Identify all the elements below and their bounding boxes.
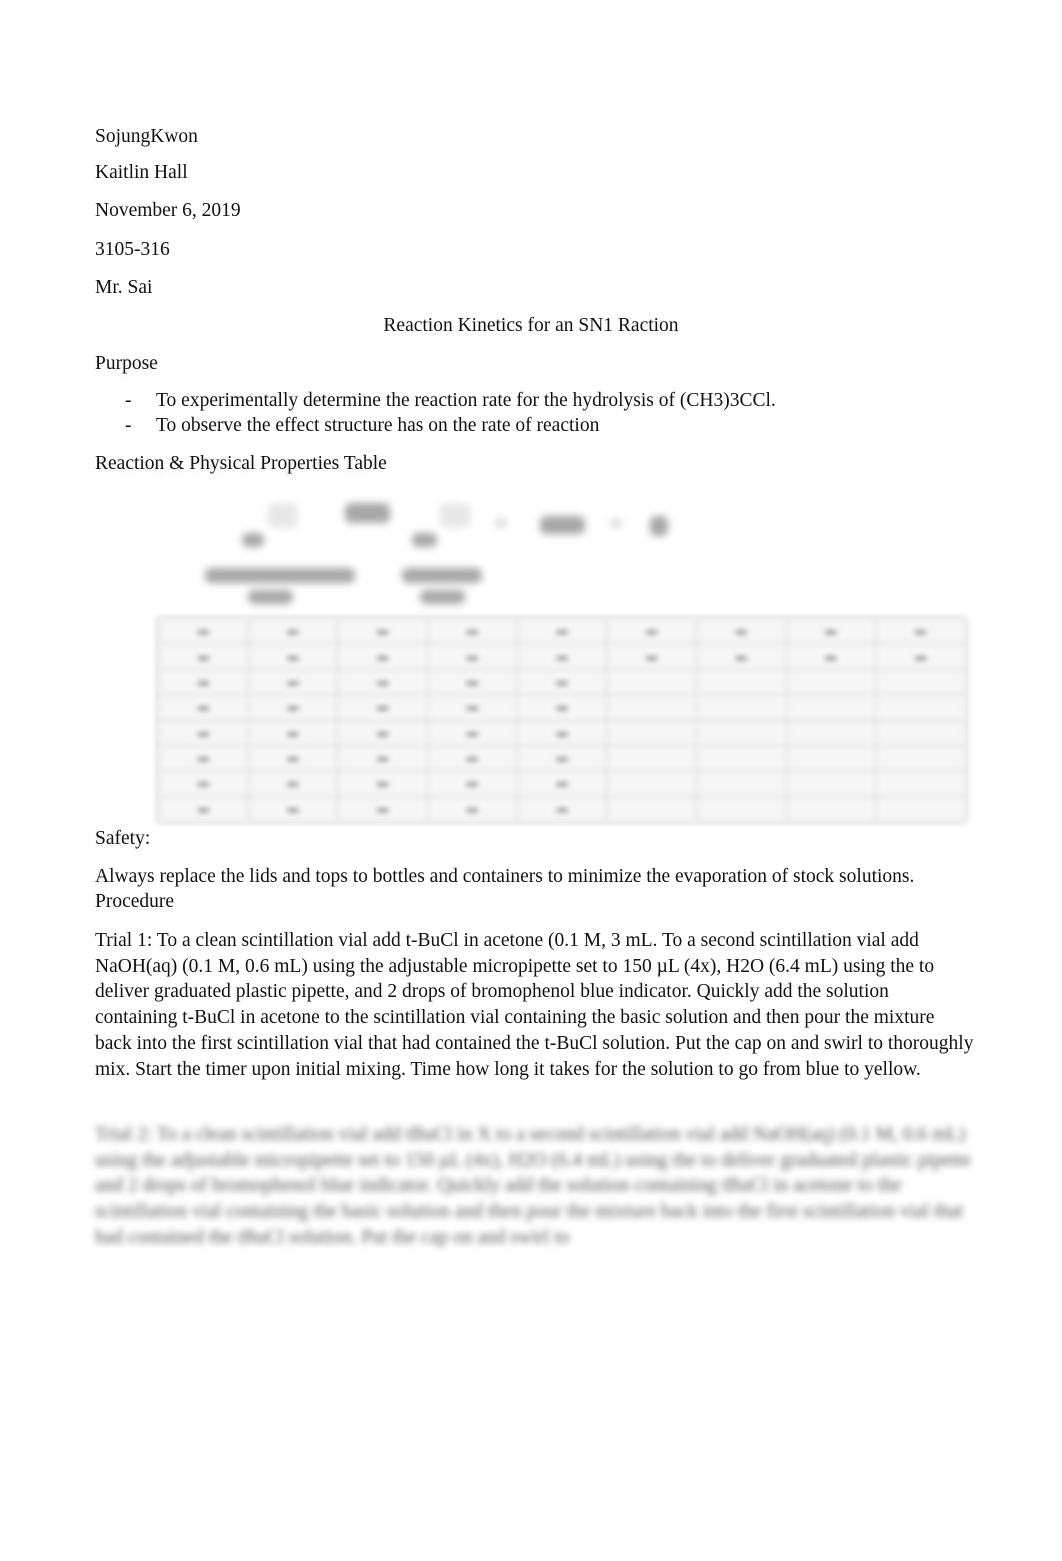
table-cell: ▬ <box>695 643 787 670</box>
table-cell: ▬ <box>158 668 249 696</box>
table-cell: ▬ <box>158 744 249 772</box>
table-cell <box>785 770 877 797</box>
table-cell: ▬ <box>426 668 518 696</box>
purpose-heading: Purpose <box>95 353 158 374</box>
author-name: SojungKwon <box>95 126 198 147</box>
bullet-marker: - <box>125 415 132 436</box>
table-cell <box>606 770 697 797</box>
table-cell: ▬ <box>337 770 428 797</box>
bullet-marker: - <box>125 390 132 411</box>
table-cell: ▬ <box>426 795 518 823</box>
table-cell <box>785 694 877 721</box>
table-cell <box>875 770 966 797</box>
table-cell: ▬ <box>426 770 518 797</box>
procedure-trial-1: Trial 1: To a clean scintillation vial a… <box>95 930 974 1080</box>
table-cell: ▬ <box>337 744 428 772</box>
table-cell <box>875 744 966 772</box>
table-cell <box>695 744 787 772</box>
course-section: 3105-316 <box>95 239 170 260</box>
table-cell: ▬ <box>247 617 339 645</box>
table-cell <box>875 719 966 746</box>
table-cell: ▬ <box>158 770 249 797</box>
table-cell: ▬ <box>247 744 339 772</box>
table-cell: ▬ <box>337 643 428 670</box>
table-cell: ▬ <box>875 643 966 670</box>
table-row: ▬ ▬ ▬ ▬ ▬ <box>158 668 966 696</box>
table-cell: ▬ <box>158 643 249 670</box>
properties-table-obscured: ▬ ▬ ▬ ▬ ▬ ▬ ▬ ▬ ▬ ▬ ▬ ▬ ▬ ▬ ▬ ▬ ▬ ▬ ▬ ▬ ▬ ▬ ▬ ▬ ▬ ▬ ▬ ▬ ▬ ▬ ▬ ▬ ▬ ▬ ▬ ▬ ▬ ▬ ▬ ▬… <box>158 617 966 823</box>
table-cell <box>875 694 966 721</box>
properties-heading: Reaction & Physical Properties Table <box>95 453 387 474</box>
table-cell: ▬ <box>337 719 428 746</box>
table-cell: ▬ <box>247 795 339 823</box>
table-row: ▬ ▬ ▬ ▬ ▬ <box>158 719 966 746</box>
table-cell <box>785 668 877 696</box>
safety-heading: Safety: <box>95 828 151 849</box>
table-cell: ▬ <box>875 617 966 645</box>
table-cell: ▬ <box>426 719 518 746</box>
table-cell <box>695 770 787 797</box>
table-cell: ▬ <box>606 643 697 670</box>
table-row: ▬ ▬ ▬ ▬ ▬ <box>158 770 966 797</box>
instructor-name: Mr. Sai <box>95 277 153 298</box>
table-cell <box>606 795 697 823</box>
table-row: ▬ ▬ ▬ ▬ ▬ <box>158 795 966 823</box>
table-cell <box>785 744 877 772</box>
table-cell: ▬ <box>785 617 877 645</box>
table-cell <box>695 668 787 696</box>
table-cell: ▬ <box>247 643 339 670</box>
table-cell: ▬ <box>516 719 608 746</box>
table-row: ▬ ▬ ▬ ▬ ▬ <box>158 694 966 721</box>
table-cell: ▬ <box>247 719 339 746</box>
table-cell: ▬ <box>695 617 787 645</box>
purpose-item: To observe the effect structure has on t… <box>156 415 600 436</box>
table-cell: ▬ <box>158 694 249 721</box>
table-cell: ▬ <box>158 617 249 645</box>
table-cell <box>695 719 787 746</box>
table-cell <box>785 795 877 823</box>
table-cell <box>695 795 787 823</box>
table-cell: ▬ <box>247 770 339 797</box>
procedure-trial-2-obscured: Trial 2: To a clean scintillation vial a… <box>95 1124 971 1248</box>
purpose-item: To experimentally determine the reaction… <box>156 390 776 411</box>
table-cell <box>606 694 697 721</box>
table-cell: ▬ <box>516 770 608 797</box>
table-cell: ▬ <box>516 617 608 645</box>
table-cell: ▬ <box>426 694 518 721</box>
table-cell: ▬ <box>426 643 518 670</box>
table-cell: ▬ <box>247 694 339 721</box>
table-cell: ▬ <box>785 643 877 670</box>
table-cell: ▬ <box>426 744 518 772</box>
table-cell: ▬ <box>337 795 428 823</box>
table-cell <box>606 719 697 746</box>
table-cell: ▬ <box>158 795 249 823</box>
table-cell: ▬ <box>337 694 428 721</box>
partner-name: Kaitlin Hall <box>95 162 188 183</box>
table-row: ▬ ▬ ▬ ▬ ▬ ▬ ▬ ▬ ▬ <box>158 643 966 670</box>
table-cell: ▬ <box>516 668 608 696</box>
table-cell <box>875 795 966 823</box>
document-title: Reaction Kinetics for an SN1 Raction <box>383 315 679 336</box>
table-row: ▬ ▬ ▬ ▬ ▬ <box>158 744 966 772</box>
table-cell: ▬ <box>158 719 249 746</box>
table-cell: ▬ <box>337 668 428 696</box>
reaction-scheme-obscured <box>180 488 780 613</box>
table-cell: ▬ <box>516 694 608 721</box>
table-cell: ▬ <box>516 744 608 772</box>
table-cell <box>606 668 697 696</box>
table-cell <box>875 668 966 696</box>
table-cell: ▬ <box>516 643 608 670</box>
table-cell <box>606 744 697 772</box>
table-cell <box>695 694 787 721</box>
safety-text: Always replace the lids and tops to bott… <box>95 866 915 887</box>
table-cell <box>785 719 877 746</box>
procedure-heading: Procedure <box>95 891 175 912</box>
table-row: ▬ ▬ ▬ ▬ ▬ ▬ ▬ ▬ ▬ <box>158 617 966 645</box>
report-date: November 6, 2019 <box>95 200 241 221</box>
table-cell: ▬ <box>606 617 697 645</box>
table-cell: ▬ <box>247 668 339 696</box>
table-cell: ▬ <box>426 617 518 645</box>
table-cell: ▬ <box>337 617 428 645</box>
table-cell: ▬ <box>516 795 608 823</box>
